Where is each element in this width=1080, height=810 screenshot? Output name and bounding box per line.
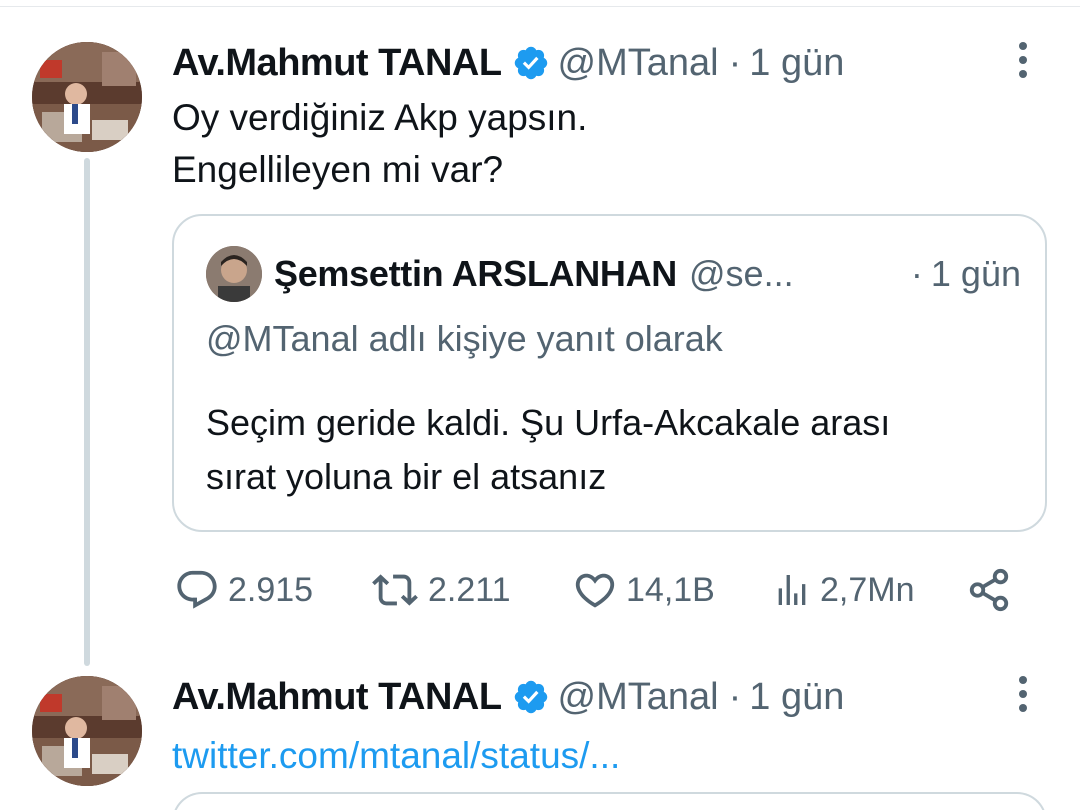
retweet-button[interactable]: 2.211 [370, 560, 511, 620]
analytics-icon [778, 575, 806, 605]
reply-count: 2.915 [228, 570, 314, 609]
timestamp[interactable]: 1 gün [749, 40, 844, 86]
separator: · [910, 253, 923, 294]
author-name[interactable]: Av.Mahmut TANAL [172, 40, 502, 86]
reply-button[interactable]: 2.915 [174, 560, 313, 620]
author-handle[interactable]: @MTanal [558, 40, 719, 86]
quoted-avatar [206, 246, 262, 302]
like-count: 14,1B [626, 570, 715, 609]
like-button[interactable]: 14,1B [572, 560, 715, 620]
tweet[interactable]: Av.Mahmut TANAL @MTanal · 1 gün twitter.… [0, 660, 1080, 810]
quoted-tweet[interactable]: Şemsettin ARSLANHAN @se... · 1 gün @MTan… [172, 214, 1047, 532]
more-vertical-icon[interactable] [1008, 40, 1038, 80]
tweet-link[interactable]: twitter.com/mtanal/status/... [172, 730, 620, 782]
tweet-header: Av.Mahmut TANAL @MTanal · 1 gün [172, 40, 844, 86]
retweet-count: 2.211 [428, 570, 511, 609]
more-vertical-icon[interactable] [1008, 674, 1038, 714]
quoted-text-line: Seçim geride kaldi. Şu Urfa-Akcakale ara… [206, 402, 891, 443]
share-icon [969, 568, 1009, 612]
tweet[interactable]: Av.Mahmut TANAL @MTanal · 1 gün Oy verdi… [0, 0, 1080, 660]
views-button[interactable]: 2,7Mn [772, 560, 915, 620]
avatar[interactable] [32, 676, 142, 786]
verified-badge-icon [512, 44, 550, 82]
share-button[interactable] [966, 560, 1012, 620]
tweet-header: Av.Mahmut TANAL @MTanal · 1 gün [172, 674, 844, 720]
tweet-actions: 2.915 2.211 14,1B 2,7Mn [0, 560, 1080, 620]
quoted-text-line: sırat yoluna bir el atsanız [206, 456, 607, 497]
heart-icon [575, 573, 615, 608]
quoted-tweet[interactable] [172, 792, 1047, 810]
quoted-tweet-text: Seçim geride kaldi. Şu Urfa-Akcakale ara… [206, 396, 1016, 504]
quoted-timestamp: 1 gün [930, 253, 1021, 294]
separator: · [728, 42, 742, 84]
author-name[interactable]: Av.Mahmut TANAL [172, 674, 502, 720]
quoted-tweet-header: Şemsettin ARSLANHAN @se... · 1 gün [206, 246, 1021, 302]
avatar[interactable] [32, 42, 142, 152]
reply-icon [177, 570, 217, 609]
verified-badge-icon [512, 678, 550, 716]
separator: · [728, 676, 742, 718]
timeline: Av.Mahmut TANAL @MTanal · 1 gün Oy verdi… [0, 0, 1080, 810]
quoted-author-handle: @se... [689, 253, 794, 294]
tweet-text: Oy verdiğiniz Akp yapsın. Engellileyen m… [172, 92, 587, 196]
avatar-photo [32, 42, 142, 152]
retweet-icon [372, 574, 418, 606]
views-count: 2,7Mn [820, 570, 915, 609]
tweet-text-line: Engellileyen mi var? [172, 149, 504, 190]
quoted-author-name: Şemsettin ARSLANHAN [274, 253, 678, 294]
author-handle[interactable]: @MTanal [558, 674, 719, 720]
reply-context: @MTanal adlı kişiye yanıt olarak [206, 318, 723, 359]
tweet-text-line: Oy verdiğiniz Akp yapsın. [172, 97, 588, 138]
timestamp[interactable]: 1 gün [749, 674, 844, 720]
avatar-photo [32, 676, 142, 786]
